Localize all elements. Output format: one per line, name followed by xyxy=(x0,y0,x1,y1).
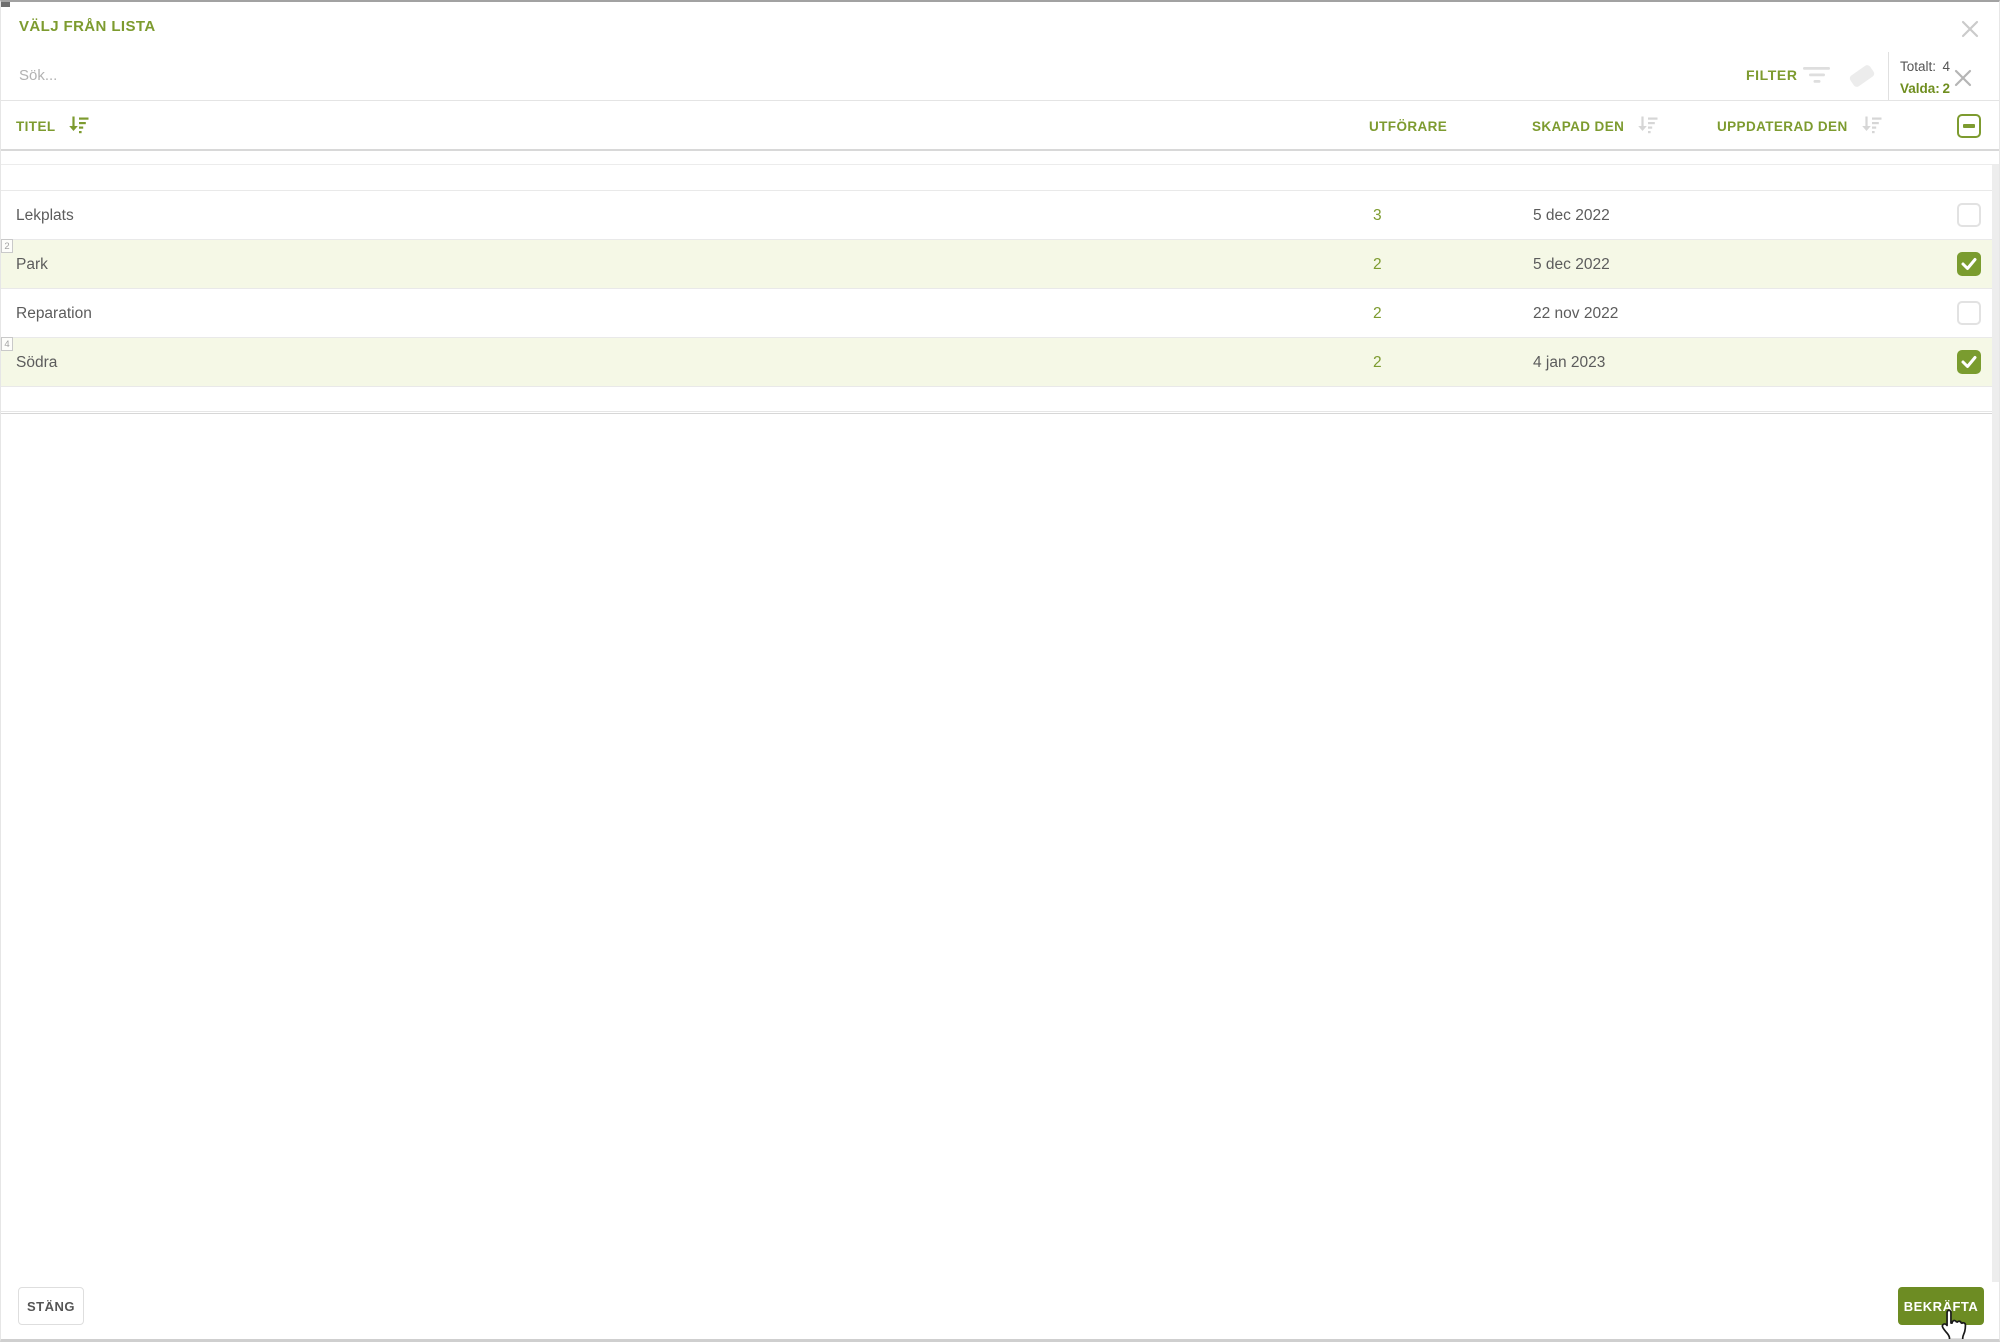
cell-skapad-den: 22 nov 2022 xyxy=(1533,305,1619,322)
total-label: Totalt: xyxy=(1900,59,1937,74)
filter-button[interactable]: FILTER xyxy=(1746,50,1798,101)
sort-descending-icon xyxy=(1861,106,1882,155)
scrollbar[interactable] xyxy=(1992,165,1999,1282)
divider xyxy=(1,412,1999,414)
eraser-icon[interactable] xyxy=(1846,63,1878,94)
row-index-badge: 2 xyxy=(1,239,13,253)
column-label: UTFÖRARE xyxy=(1369,119,1448,134)
modal-title: VÄLJ FRÅN LISTA xyxy=(19,18,156,35)
search-input[interactable] xyxy=(19,50,1219,100)
empty-row xyxy=(1,387,1999,412)
search-filter-bar: FILTER Totalt: 4 Valda: 2 xyxy=(1,50,1999,101)
select-all-checkbox[interactable] xyxy=(1957,114,1981,138)
cell-titel: Lekplats xyxy=(16,207,74,224)
table-header: TITEL UTFÖRARE SKAPAD DEN UPPDATERAD DEN xyxy=(1,102,1999,151)
cell-utforare-link[interactable]: 2 xyxy=(1373,289,1382,338)
clear-selection-x-icon[interactable] xyxy=(1952,67,1974,89)
spacer-row xyxy=(1,153,1999,165)
close-button[interactable]: STÄNG xyxy=(18,1287,84,1325)
result-list: Lekplats 3 5 dec 2022 2 Park 2 5 dec 202… xyxy=(1,153,1999,414)
close-icon[interactable] xyxy=(1957,16,1983,42)
cell-skapad-den: 4 jan 2023 xyxy=(1533,354,1606,371)
cell-utforare-link[interactable]: 3 xyxy=(1373,191,1382,240)
row-checkbox[interactable] xyxy=(1957,350,1981,374)
empty-row xyxy=(1,165,1999,191)
column-header-uppdaterad-den[interactable]: UPPDATERAD DEN xyxy=(1717,102,1882,155)
cell-titel: Södra xyxy=(16,354,58,371)
selected-label: Valda: xyxy=(1900,81,1940,96)
row-index-badge: 4 xyxy=(1,337,13,351)
sort-descending-icon xyxy=(1637,106,1658,155)
column-label: TITEL xyxy=(16,119,56,134)
select-from-list-modal: VÄLJ FRÅN LISTA FILTER Totalt: 4 xyxy=(0,0,2000,1342)
selected-value: 2 xyxy=(1942,81,1950,96)
cell-titel: Park xyxy=(16,256,48,273)
row-checkbox[interactable] xyxy=(1957,203,1981,227)
table-row[interactable]: Lekplats 3 5 dec 2022 xyxy=(1,191,1999,240)
cell-skapad-den: 5 dec 2022 xyxy=(1533,256,1610,273)
column-label: UPPDATERAD DEN xyxy=(1717,119,1848,134)
confirm-button[interactable]: BEKRÄFTA xyxy=(1898,1287,1984,1325)
total-value: 4 xyxy=(1942,59,1950,74)
column-header-utforare[interactable]: UTFÖRARE xyxy=(1369,102,1447,151)
divider xyxy=(1888,52,1889,100)
row-checkbox[interactable] xyxy=(1957,301,1981,325)
funnel-lines-icon[interactable] xyxy=(1802,65,1832,91)
cell-utforare-link[interactable]: 2 xyxy=(1373,240,1382,289)
column-header-skapad-den[interactable]: SKAPAD DEN xyxy=(1532,102,1658,155)
cell-utforare-link[interactable]: 2 xyxy=(1373,338,1382,387)
cell-skapad-den: 5 dec 2022 xyxy=(1533,207,1610,224)
totals-summary: Totalt: 4 Valda: 2 xyxy=(1900,57,1950,98)
table-row[interactable]: 2 Park 2 5 dec 2022 xyxy=(1,239,1999,289)
window-corner xyxy=(1,2,10,7)
table-row[interactable]: 4 Södra 2 4 jan 2023 xyxy=(1,337,1999,387)
column-label: SKAPAD DEN xyxy=(1532,119,1625,134)
cell-titel: Reparation xyxy=(16,305,92,322)
row-checkbox[interactable] xyxy=(1957,252,1981,276)
table-row[interactable]: Reparation 2 22 nov 2022 xyxy=(1,289,1999,338)
sort-descending-icon-active xyxy=(68,106,89,155)
column-header-titel[interactable]: TITEL xyxy=(16,102,89,155)
